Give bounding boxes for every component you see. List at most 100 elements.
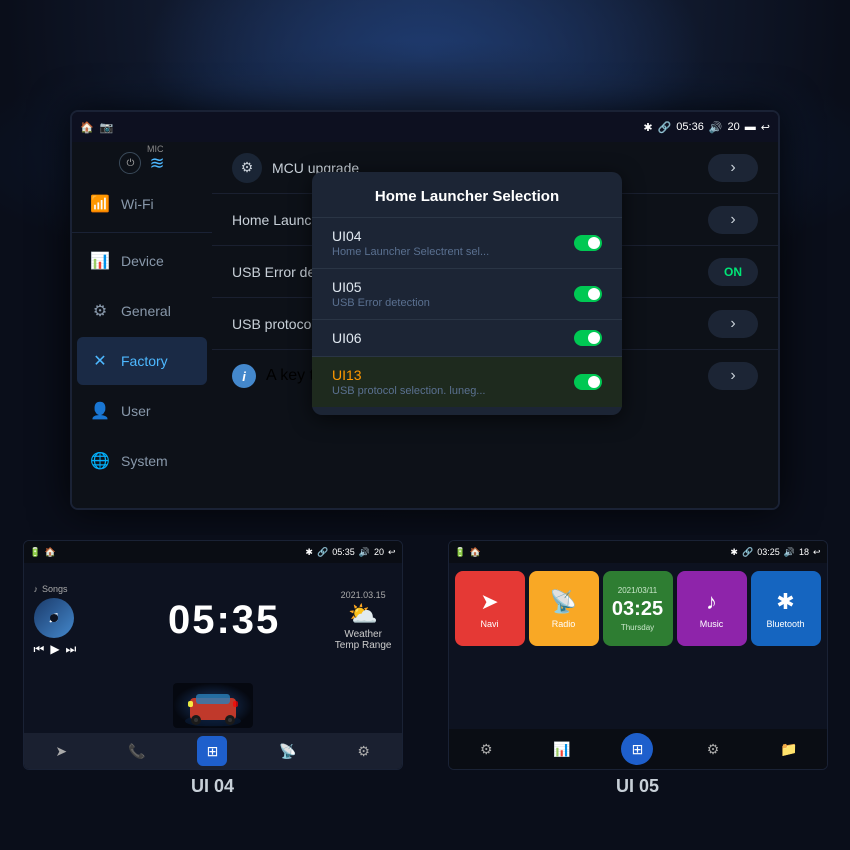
sidebar-item-device[interactable]: 📊 Device xyxy=(77,237,207,285)
ui05-chart-icon[interactable]: 📊 xyxy=(546,733,578,765)
bottom-screen-ui05: 🔋 🏠 ✱ 🔗 03:25 🔊 18 ↩ ➤ xyxy=(425,535,850,850)
ui04-wifi-icon: 🔗 xyxy=(317,547,328,558)
ui04-content: ♪ Songs ♫ ⏮ ▶ ⏭ 05:35 xyxy=(24,563,402,769)
ui04-frame: 🔋 🏠 ✱ 🔗 05:35 🔊 20 ↩ xyxy=(23,540,403,770)
info-icon: i xyxy=(232,364,256,388)
ui06-id: UI06 xyxy=(332,330,362,346)
export-chevron[interactable]: › xyxy=(708,362,758,390)
datetime-date: 2021/03/11 xyxy=(618,586,657,595)
ui05-left: UI05 USB Error detection xyxy=(332,279,430,309)
sidebar-item-factory[interactable]: ✕ Factory xyxy=(77,337,207,385)
sidebar-label-system: System xyxy=(121,453,168,469)
dialog-title: Home Launcher Selection xyxy=(312,188,622,218)
radio-label: Radio xyxy=(552,619,576,629)
ui04-status-bar: 🔋 🏠 ✱ 🔗 05:35 🔊 20 ↩ xyxy=(24,541,402,563)
ui04-car-display xyxy=(24,678,402,733)
sidebar-item-general[interactable]: ⚙ General xyxy=(77,287,207,335)
app-tile-radio[interactable]: 📡 Radio xyxy=(529,571,599,646)
status-left: 🏠 📷 xyxy=(80,121,113,134)
ui05-status-bar: 🔋 🏠 ✱ 🔗 03:25 🔊 18 ↩ xyxy=(449,541,827,563)
main-content-area: ⚙ MCU upgrade › Home Launcher... › USB E… xyxy=(212,142,778,508)
sidebar-item-system[interactable]: 🌐 System xyxy=(77,437,207,485)
ui05-nav-bar: ⚙ 📊 ⊞ ⚙ 📁 xyxy=(449,729,827,769)
launcher-chevron[interactable]: › xyxy=(708,206,758,234)
app-tile-music[interactable]: ♪ Music xyxy=(677,571,747,646)
radio-icon: 📡 xyxy=(550,589,577,615)
bottom-screen-ui04: 🔋 🏠 ✱ 🔗 05:35 🔊 20 ↩ xyxy=(0,535,425,850)
ui04-label: UI 04 xyxy=(191,776,234,797)
play-icon[interactable]: ▶ xyxy=(50,642,59,657)
ui05-back[interactable]: ↩ xyxy=(813,547,821,558)
music-label: Music xyxy=(700,619,724,629)
app-tile-datetime[interactable]: 2021/03/11 03:25 Thursday xyxy=(603,571,673,646)
bt-icon: ✱ xyxy=(776,589,794,615)
home-icon: 🏠 xyxy=(80,121,94,134)
ui04-sub: Home Launcher Selectrent sel... xyxy=(332,246,489,258)
ui04-time-display: 05:35 xyxy=(168,598,280,643)
sidebar-label-wifi: Wi-Fi xyxy=(121,196,154,212)
ui05-label: UI 05 xyxy=(616,776,659,797)
nav-btn-phone[interactable]: 📞 xyxy=(122,736,152,766)
wifi-icon-status: 🔗 xyxy=(658,121,672,134)
wifi-signal-icon: ≋ xyxy=(149,153,164,174)
system-icon: 🌐 xyxy=(89,450,111,472)
ui04-left: UI04 Home Launcher Selectrent sel... xyxy=(332,228,489,258)
nav-btn-apps[interactable]: ⊞ xyxy=(197,736,227,766)
ui13-toggle[interactable] xyxy=(574,374,602,390)
ui05-toggle[interactable] xyxy=(574,286,602,302)
navi-label: Navi xyxy=(480,619,498,629)
screenshot-icon: 📷 xyxy=(100,121,114,134)
temp-range-label: Temp Range xyxy=(335,640,392,651)
ui05-frame: 🔋 🏠 ✱ 🔗 03:25 🔊 18 ↩ ➤ xyxy=(448,540,828,770)
power-button[interactable]: ⏻ xyxy=(119,152,141,174)
ui04-nav-bar: ➤ 📞 ⊞ 📡 ⚙ xyxy=(24,733,402,769)
app-tile-navi[interactable]: ➤ Navi xyxy=(455,571,525,646)
ui05-home-icon: 🏠 xyxy=(470,547,481,558)
ui06-toggle[interactable] xyxy=(574,330,602,346)
ui04-back[interactable]: ↩ xyxy=(388,547,396,558)
divider-1 xyxy=(72,232,212,233)
ui13-left: UI13 USB protocol selection. luneg... xyxy=(332,367,485,397)
datetime-time: 03:25 xyxy=(612,599,663,619)
mcu-icon: ⚙ xyxy=(232,153,262,183)
music-disc[interactable]: ♫ xyxy=(34,598,74,638)
dialog-row-ui04[interactable]: UI04 Home Launcher Selectrent sel... xyxy=(312,218,622,269)
ui04-time: 05:35 xyxy=(332,547,355,557)
ui05-sub: USB Error detection xyxy=(332,297,430,309)
dialog-row-ui05[interactable]: UI05 USB Error detection xyxy=(312,269,622,320)
volume-icon: 🔊 xyxy=(709,121,723,134)
wifi-icon: 📶 xyxy=(89,193,111,215)
sidebar-item-wifi[interactable]: 📶 Wi-Fi xyxy=(77,180,207,228)
dialog-row-ui06[interactable]: UI06 xyxy=(312,320,622,357)
ui05-id: UI05 xyxy=(332,279,430,295)
ui04-bt-icon: ✱ xyxy=(305,547,313,558)
prev-icon[interactable]: ⏮ xyxy=(34,642,45,657)
datetime-day: Thursday xyxy=(621,623,654,632)
dialog-row-ui13[interactable]: UI13 USB protocol selection. luneg... xyxy=(312,357,622,407)
next-icon[interactable]: ⏭ xyxy=(66,642,77,657)
music-widget: ♪ Songs ♫ ⏮ ▶ ⏭ xyxy=(34,584,114,657)
ui05-home-nav-icon[interactable]: ⊞ xyxy=(621,733,653,765)
ui05-folder-icon[interactable]: 📁 xyxy=(773,733,805,765)
ui05-app-grid: ➤ Navi 📡 Radio 2021/03/11 03:25 Thursday… xyxy=(449,563,827,652)
ui04-toggle[interactable] xyxy=(574,235,602,251)
mcu-chevron[interactable]: › xyxy=(708,154,758,182)
ui05-vol: 18 xyxy=(799,547,809,557)
ui05-settings-icon[interactable]: ⚙ xyxy=(470,733,502,765)
ui04-status-right: ✱ 🔗 05:35 🔊 20 ↩ xyxy=(305,547,395,558)
car-svg xyxy=(178,686,248,726)
main-screen: 🏠 📷 ✱ 🔗 05:36 🔊 20 ▬ ↩ RST MIC ⏻ ≋ 📶 Wi-… xyxy=(70,110,780,510)
nav-btn-settings[interactable]: ⚙ xyxy=(349,736,379,766)
sidebar-controls: ⏻ ≋ xyxy=(119,152,164,174)
app-tile-bluetooth[interactable]: ✱ Bluetooth xyxy=(751,571,821,646)
back-icon[interactable]: ↩ xyxy=(761,121,770,134)
usb-protocol-chevron[interactable]: › xyxy=(708,310,758,338)
on-badge[interactable]: ON xyxy=(708,258,758,286)
ui05-bt-icon: ✱ xyxy=(730,547,738,558)
ui05-gear-icon[interactable]: ⚙ xyxy=(697,733,729,765)
general-icon: ⚙ xyxy=(89,300,111,322)
nav-btn-signal[interactable]: 📡 xyxy=(273,736,303,766)
nav-btn-nav[interactable]: ➤ xyxy=(46,736,76,766)
music-icon-row: ♪ Songs xyxy=(34,584,114,594)
sidebar-item-user[interactable]: 👤 User xyxy=(77,387,207,435)
